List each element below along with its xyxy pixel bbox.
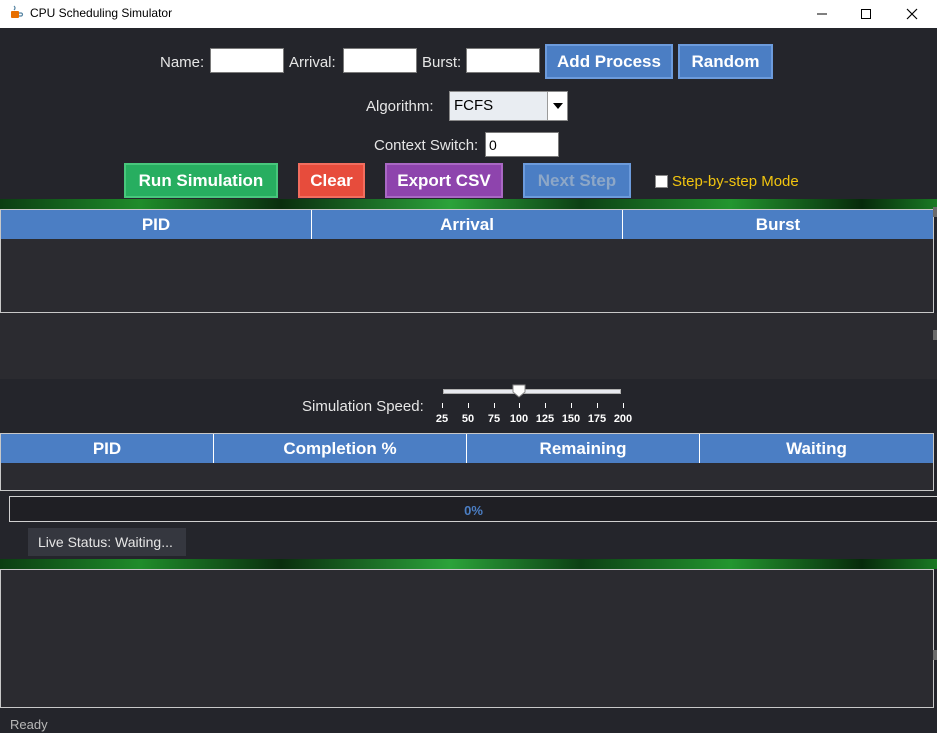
right-edge-divider: [933, 650, 937, 660]
app-window: CPU Scheduling Simulator Name: Arrival: …: [0, 0, 937, 733]
right-edge-divider: [933, 330, 937, 340]
speed-slider-thumb[interactable]: [512, 384, 526, 398]
results-table-header: PID Completion % Remaining Waiting: [1, 434, 933, 463]
slider-tick-label: 200: [613, 413, 633, 425]
minimize-icon: [817, 13, 827, 15]
step-mode-label[interactable]: Step-by-step Mode: [672, 173, 799, 190]
slider-tick-mark: [494, 403, 495, 408]
decorative-background-strip-lower: [0, 559, 937, 569]
slider-tick-mark: [468, 403, 469, 408]
window-title: CPU Scheduling Simulator: [30, 6, 173, 20]
output-log-area[interactable]: [0, 569, 934, 708]
chevron-down-icon[interactable]: [547, 92, 567, 120]
progress-percent-text: 0%: [464, 503, 483, 518]
algorithm-label: Algorithm:: [366, 98, 434, 115]
burst-field[interactable]: [466, 48, 540, 73]
burst-label: Burst:: [422, 54, 462, 71]
name-label: Name:: [160, 54, 205, 71]
column-header-pid[interactable]: PID: [1, 434, 214, 463]
run-simulation-button[interactable]: Run Simulation: [124, 163, 278, 198]
algorithm-selected-value: FCFS: [454, 97, 494, 114]
random-button[interactable]: Random: [678, 44, 773, 79]
java-cup-icon: [11, 5, 24, 18]
slider-tick-mark: [519, 403, 520, 408]
slider-tick-mark: [597, 403, 598, 408]
minimize-button[interactable]: [799, 0, 845, 28]
simulation-progress-bar: 0%: [9, 496, 937, 522]
title-bar: CPU Scheduling Simulator: [0, 0, 937, 28]
column-header-remaining[interactable]: Remaining: [467, 434, 700, 463]
slider-tick-mark: [571, 403, 572, 408]
slider-tick-mark: [623, 403, 624, 408]
process-table[interactable]: PID Arrival Burst: [0, 209, 934, 313]
right-edge-divider: [933, 207, 937, 217]
arrival-field[interactable]: [343, 48, 417, 73]
add-process-button[interactable]: Add Process: [545, 44, 673, 79]
maximize-icon: [861, 9, 871, 19]
column-header-waiting[interactable]: Waiting: [700, 434, 933, 463]
maximize-button[interactable]: [843, 0, 889, 28]
column-header-pid[interactable]: PID: [1, 210, 312, 239]
export-csv-button[interactable]: Export CSV: [385, 163, 503, 198]
slider-tick-mark: [442, 403, 443, 408]
next-step-button[interactable]: Next Step: [523, 163, 631, 198]
column-header-burst[interactable]: Burst: [623, 210, 933, 239]
close-button[interactable]: [889, 0, 935, 28]
context-switch-label: Context Switch:: [374, 137, 479, 154]
status-bar-text: Ready: [10, 717, 48, 732]
speed-slider-track[interactable]: [443, 389, 621, 394]
process-table-header: PID Arrival Burst: [1, 210, 933, 239]
close-icon: [906, 8, 918, 20]
decorative-background-strip: [0, 199, 937, 209]
column-header-arrival[interactable]: Arrival: [312, 210, 623, 239]
name-field[interactable]: [210, 48, 284, 73]
simulation-speed-label: Simulation Speed:: [302, 398, 424, 415]
arrival-label: Arrival:: [289, 54, 336, 71]
empty-panel: [0, 313, 937, 379]
slider-tick-mark: [545, 403, 546, 408]
column-header-completion[interactable]: Completion %: [214, 434, 467, 463]
results-table[interactable]: PID Completion % Remaining Waiting: [0, 433, 934, 491]
context-switch-field[interactable]: [485, 132, 559, 157]
clear-button[interactable]: Clear: [298, 163, 365, 198]
step-mode-checkbox[interactable]: [655, 175, 668, 188]
live-status-label: Live Status: Waiting...: [28, 528, 186, 556]
algorithm-select[interactable]: FCFS: [449, 91, 568, 121]
